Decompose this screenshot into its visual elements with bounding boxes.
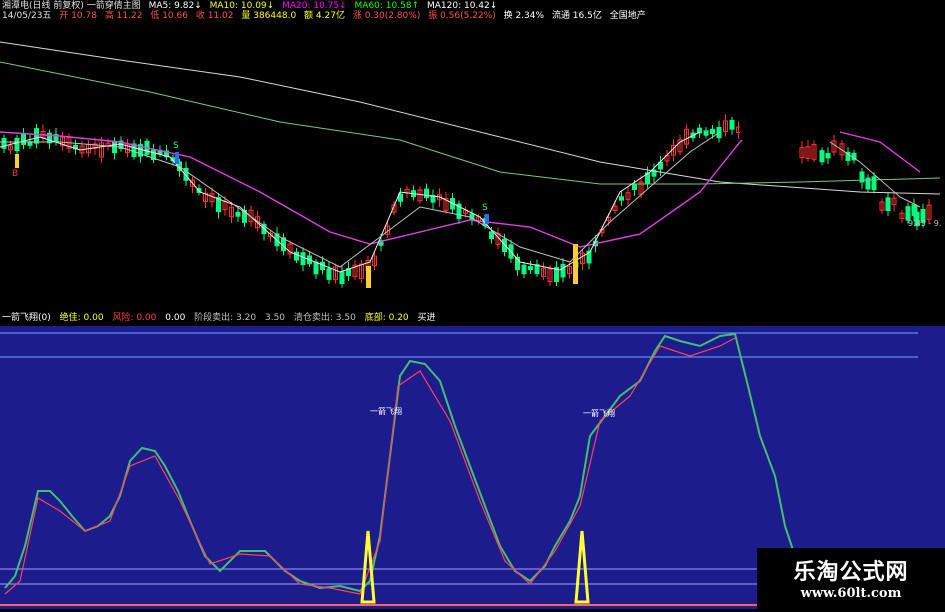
candlestick-group bbox=[1, 114, 932, 288]
signal-b-label: B bbox=[12, 169, 18, 179]
candle-body bbox=[294, 251, 299, 261]
signal-s-label-2: S bbox=[482, 203, 488, 213]
ma-legend-row: 湘潭电(日线 前复权) 一箭穿倩主图 MA5: 9.82↓ MA10: 10.0… bbox=[2, 1, 502, 11]
chart-info-bar: 湘潭电(日线 前复权) 一箭穿倩主图 MA5: 9.82↓ MA10: 10.0… bbox=[0, 0, 945, 22]
indicator-step-line bbox=[4, 332, 796, 593]
indicator-header: 一箭飞翔(0) 绝佳: 0.00 风险: 0.00 0.00 阶段卖出: 3.2… bbox=[0, 310, 945, 326]
indicator-item-6: 底部: 0.20 bbox=[364, 313, 409, 323]
ma120-label: MA120: 10.42↓ bbox=[426, 1, 498, 11]
ma60-line bbox=[0, 61, 941, 185]
quote-sector: 全国地产 bbox=[609, 11, 646, 21]
candle-body bbox=[560, 263, 566, 278]
ma20-line-right bbox=[839, 131, 921, 173]
quote-volume: 量 386448.0 bbox=[241, 11, 297, 21]
candle-body bbox=[313, 261, 319, 275]
signal-bar-5 bbox=[485, 214, 489, 224]
indicator-item-0: 绝佳: 0.00 bbox=[59, 313, 104, 323]
quote-amplitude: 振 0.56(5.22%) bbox=[428, 11, 496, 21]
signal-spike-1 bbox=[360, 530, 376, 604]
candle-body bbox=[235, 211, 241, 217]
candle-body bbox=[300, 252, 306, 266]
annotation-label-1: 一箭飞翔 bbox=[370, 406, 402, 416]
chart-gap bbox=[740, 22, 792, 140]
signal-bar-4 bbox=[573, 244, 578, 284]
quote-float-cap: 流通 16.5亿 bbox=[551, 11, 602, 21]
ma60-label: MA60: 10.58↑ bbox=[354, 1, 420, 11]
quote-high: 高 11.22 bbox=[104, 11, 143, 21]
indicator-item-1: 风险: 0.00 bbox=[112, 313, 157, 323]
kline-chart-svg: B S S 9.83 - 9. bbox=[0, 22, 941, 288]
candle-body bbox=[34, 128, 39, 144]
candle-body bbox=[528, 266, 533, 271]
annotation-label-2: 一箭飞翔 bbox=[583, 408, 615, 418]
kline-chart-pane[interactable]: B S S 9.83 - 9. bbox=[0, 22, 945, 307]
quote-close: 收 11.02 bbox=[195, 11, 234, 21]
candle-body bbox=[21, 132, 26, 145]
candle-body bbox=[871, 176, 877, 191]
watermark-title: 乐淘公式网 bbox=[793, 559, 909, 585]
candle-body bbox=[632, 184, 637, 191]
candle-body bbox=[326, 268, 332, 280]
ma20-label: MA20: 10.75↓ bbox=[282, 1, 347, 11]
signal-spike-2 bbox=[574, 530, 590, 604]
indicator-item-3: 阶段卖出: 3.20 bbox=[194, 313, 257, 323]
ma5-label: MA5: 9.82↓ bbox=[148, 1, 202, 11]
candle-body bbox=[521, 264, 527, 275]
candle-body bbox=[339, 271, 345, 285]
candle-body bbox=[14, 137, 20, 152]
watermark-box: 乐淘公式网 www.60lt.com bbox=[757, 548, 945, 609]
quote-low: 低 10.66 bbox=[150, 11, 188, 21]
ma120-line bbox=[0, 41, 941, 195]
chart-title: 湘潭电(日线 前复权) 一箭穿倩主图 bbox=[2, 1, 141, 11]
candle-body bbox=[424, 188, 429, 199]
signal-bar-3 bbox=[366, 266, 371, 288]
candle-body bbox=[703, 130, 709, 136]
signal-bar-1 bbox=[15, 154, 19, 168]
quote-turnover: 换 2.34% bbox=[503, 11, 545, 21]
indicator-item-4: 3.50 bbox=[264, 313, 286, 323]
candle-body bbox=[885, 197, 891, 212]
ma10-label: MA10: 10.09↓ bbox=[209, 1, 275, 11]
quote-date: 14/05/23五 bbox=[2, 11, 52, 21]
indicator-item-2: 0.00 bbox=[165, 313, 186, 323]
indicator-title: 一箭飞翔(0) bbox=[2, 313, 51, 323]
candle-body bbox=[819, 150, 825, 163]
quote-change: 涨 0.30(2.80%) bbox=[352, 11, 421, 21]
quote-amount: 额 4.27亿 bbox=[304, 11, 345, 21]
watermark-url: www.60lt.com bbox=[800, 586, 902, 601]
ma10-line bbox=[0, 131, 721, 268]
candle-body bbox=[710, 128, 715, 134]
candle-body bbox=[729, 119, 735, 130]
candle-body bbox=[825, 153, 831, 159]
candle-body bbox=[489, 231, 494, 240]
quote-open: 开 10.78 bbox=[59, 11, 97, 21]
indicator-item-5: 清仓卖出: 3.50 bbox=[293, 313, 356, 323]
signal-bar-2 bbox=[175, 152, 179, 164]
signal-s-label-1: S bbox=[173, 141, 179, 151]
quote-row: 14/05/23五 开 10.78 高 11.22 低 10.66 收 11.0… bbox=[2, 11, 651, 21]
candle-body bbox=[502, 238, 507, 253]
price-readout: 9.83 - 9. bbox=[908, 219, 941, 228]
candle-body bbox=[619, 196, 624, 201]
indicator-item-7: 买进 bbox=[417, 313, 436, 323]
